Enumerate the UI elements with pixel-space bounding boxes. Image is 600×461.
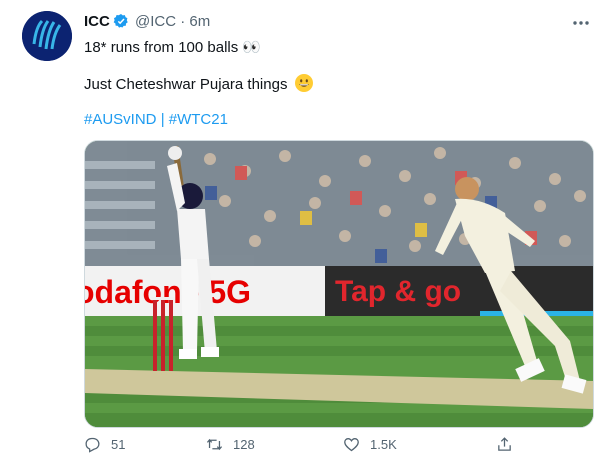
ad-board-left-text: odafone 5G (85, 274, 251, 310)
share-icon (498, 437, 511, 451)
reply-button[interactable]: 51 (84, 436, 125, 453)
tweet-text-line-1: 18* runs from 100 balls 👀 (84, 39, 262, 56)
hashtag-separator: | (156, 111, 169, 128)
like-count: 1.5K (370, 437, 397, 452)
reply-icon (85, 437, 100, 453)
account-name[interactable]: ICC (84, 13, 110, 30)
hashtag-wtc21[interactable]: #WTC21 (169, 111, 228, 128)
icc-logo-icon (22, 11, 72, 61)
retweet-icon (206, 438, 223, 451)
tweet-text-line-2-label: Just Cheteshwar Pujara things (84, 76, 288, 93)
hashtag-ausvind[interactable]: #AUSvIND (84, 111, 157, 128)
share-button[interactable] (496, 436, 513, 453)
tweet-header: ICC @ICC · 6m (84, 13, 210, 33)
grinning-face-emoji-icon (294, 74, 313, 92)
avatar[interactable] (22, 11, 72, 61)
retweet-button[interactable]: 128 (206, 436, 255, 453)
heart-icon (344, 438, 359, 452)
tweet-photo[interactable]: odafone 5G Tap & go (84, 140, 594, 428)
tweet-text-line-2: Just Cheteshwar Pujara things (84, 74, 313, 93)
more-options-icon[interactable] (572, 14, 590, 37)
reply-count: 51 (111, 437, 126, 452)
crowd (85, 141, 593, 266)
header-separator: · (180, 13, 186, 30)
hashtags: #AUSvIND | #WTC21 (84, 111, 228, 128)
ad-board-right-text: Tap & go (335, 275, 461, 308)
retweet-count: 128 (233, 437, 255, 452)
stumps (151, 297, 175, 371)
like-button[interactable]: 1.5K (343, 436, 397, 453)
tweet[interactable]: ICC @ICC · 6m 18* runs from 100 balls 👀 … (0, 0, 600, 461)
verified-badge-icon (113, 13, 129, 33)
tweet-timestamp[interactable]: 6m (189, 13, 210, 30)
account-handle[interactable]: @ICC (135, 13, 176, 30)
tweet-actions: 51 128 1.5K (84, 436, 584, 458)
